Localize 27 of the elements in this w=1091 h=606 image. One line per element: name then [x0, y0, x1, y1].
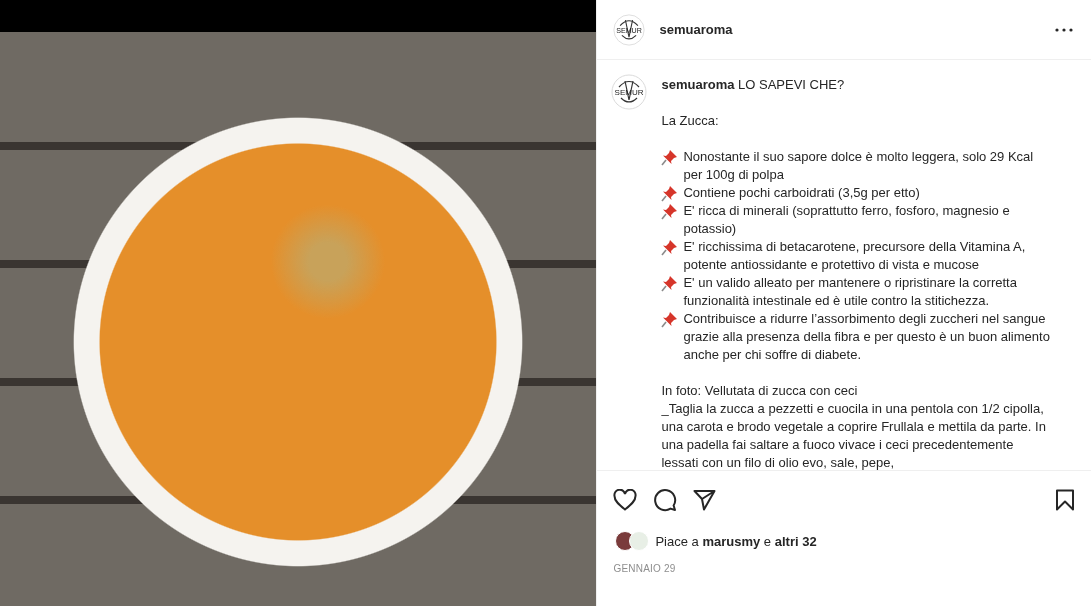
photo-caption: In foto: Vellutata di zucca con ceci [661, 382, 859, 400]
bullet-text: Contribuisce a ridurre l’assorbimento degli zuccheri nel sangue grazie alla presenza della fibra e per questo è un buon alimento anche per chi soffre di diabete. [683, 310, 1051, 364]
pushpin-icon [661, 203, 679, 220]
bullet-text: Contiene pochi carboidrati (3,5g per etto) [683, 184, 921, 202]
username-link[interactable]: semuaroma [661, 77, 735, 92]
pushpin-icon [661, 185, 679, 202]
logo-avatar[interactable]: SEMUR [611, 74, 648, 110]
post-date: GENNAIO 29 [612, 562, 677, 576]
share-icon[interactable] [693, 489, 717, 511]
bullet-text: E' ricchissima di betacarotene, precursore della Vitamina A, potente antiossidante e protettivo di vista e mucose [683, 238, 1027, 274]
bullet-text: E' un valido alleato per mantenere o ripristinare la corretta funzionalità intestinale ed è utile contro la stitichezza. [683, 274, 1018, 310]
bullet-text: Nonostante il suo sapore dolce è molto leggera, solo 29 Kcal per 100g di polpa [683, 148, 1035, 184]
bookmark-icon[interactable] [1055, 489, 1075, 511]
pushpin-icon [661, 275, 679, 292]
recipe-text: _Taglia la zucca a pezzetti e cuocila in una pentola con 1/2 cipolla, una carota e brodo vegetale a coprire Frullala e mettila da parte. In una padella fai saltare a fuoco vivace i ceci precedentemente lessati con un filo di olio evo, sale, pepe, [661, 400, 1047, 470]
pushpin-icon [661, 311, 679, 328]
caption-intro: La Zucca: [661, 112, 720, 130]
pushpin-icon [661, 239, 679, 256]
comment-icon[interactable] [653, 488, 678, 512]
bullet-text: E' ricca di minerali (soprattutto ferro, fosforo, magnesio e potassio) [683, 202, 1011, 238]
pushpin-icon [661, 149, 679, 166]
more-options-icon[interactable] [1055, 27, 1073, 32]
liker-avatar[interactable] [629, 531, 650, 551]
caption-title: LO SAPEVI CHE? [737, 77, 845, 92]
heart-icon[interactable] [613, 489, 638, 511]
likes-text: Piace a marusmy e altri 32 [655, 533, 817, 549]
username-link[interactable]: semuaroma [659, 22, 733, 37]
